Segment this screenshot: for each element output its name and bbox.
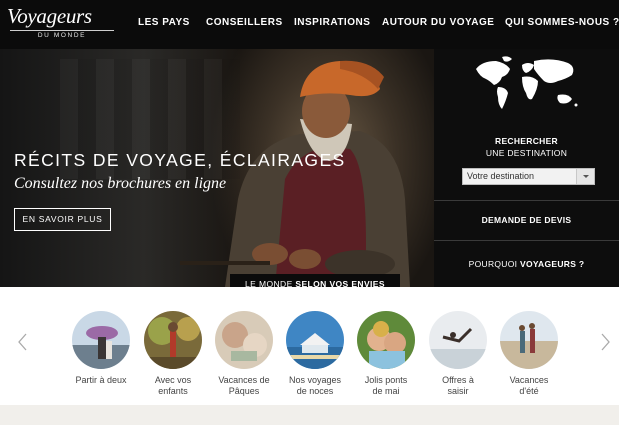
carousel-item-summer[interactable]: Vacances d'été — [491, 311, 567, 396]
carousel-label-2: de noces — [296, 385, 334, 396]
why-voyageurs-link[interactable]: POURQUOI VOYAGEURS ? — [434, 259, 619, 269]
world-map-icon[interactable] — [472, 55, 582, 117]
logo-tagline: DU MONDE — [37, 32, 87, 39]
carousel-item-children[interactable]: Avec vos enfants — [135, 311, 211, 396]
carousel-label: Vacances — [509, 375, 549, 385]
hero-banner[interactable]: RÉCITS DE VOYAGE, ÉCLAIRAGES Consultez n… — [0, 49, 434, 287]
nav-autour-du-voyage[interactable]: AUTOUR DU VOYAGE — [382, 17, 494, 28]
quote-request-link[interactable]: DEMANDE DE DEVIS — [434, 215, 619, 225]
may-bridges-photo-thumbnail — [357, 311, 415, 369]
chevron-right-icon[interactable] — [598, 333, 612, 351]
carousel-item-couple[interactable]: Partir à deux — [63, 311, 139, 386]
carousel-label-2: de mai — [372, 385, 400, 396]
carousel-label: Partir à deux — [75, 375, 127, 385]
carousel-label: Offres à — [442, 375, 474, 385]
carousel-item-easter[interactable]: Vacances de Pâques — [206, 311, 282, 396]
search-subheading: UNE DESTINATION — [485, 148, 568, 158]
children-photo-thumbnail — [144, 311, 202, 369]
carousel-label-2: d'été — [519, 385, 539, 396]
offers-photo-thumbnail — [429, 311, 487, 369]
couple-photo-thumbnail — [72, 311, 130, 369]
carousel-item-may-bridges[interactable]: Jolis ponts de mai — [348, 311, 424, 396]
logo-divider — [10, 30, 114, 31]
carousel-label-2: enfants — [158, 385, 188, 396]
hero-subtitle: Consultez nos brochures en ligne — [14, 175, 227, 192]
hero-title: RÉCITS DE VOYAGE, ÉCLAIRAGES — [14, 150, 346, 170]
logo-wordmark: Voyageurs — [7, 4, 92, 28]
nav-les-pays[interactable]: LES PAYS — [138, 17, 190, 28]
nav-inspirations[interactable]: INSPIRATIONS — [294, 17, 370, 28]
learn-more-button[interactable]: EN SAVOIR PLUS — [14, 208, 111, 231]
why-prefix: POURQUOI — [468, 259, 520, 269]
search-panel: RECHERCHER UNE DESTINATION Votre destina… — [434, 49, 619, 287]
panel-divider — [434, 200, 619, 201]
panel-divider — [434, 240, 619, 241]
carousel-item-offers[interactable]: Offres à saisir — [420, 311, 496, 396]
carousel-label: Nos voyages — [288, 375, 342, 385]
easter-photo-thumbnail — [215, 311, 273, 369]
chevron-left-icon[interactable] — [16, 333, 30, 351]
destination-select[interactable]: Votre destination — [462, 168, 595, 185]
destination-select-value: Votre destination — [467, 171, 535, 181]
why-bold: VOYAGEURS ? — [519, 259, 585, 269]
site-header: Voyageurs DU MONDE LES PAYS CONSEILLERS … — [0, 0, 619, 49]
nav-conseillers[interactable]: CONSEILLERS — [206, 17, 283, 28]
footer-strip — [0, 405, 619, 425]
carousel-label: Jolis ponts — [364, 375, 408, 385]
honeymoon-photo-thumbnail — [286, 311, 344, 369]
chevron-down-icon[interactable] — [576, 169, 594, 184]
nav-qui-sommes-nous[interactable]: QUI SOMMES-NOUS ? — [505, 17, 619, 28]
carousel-item-honeymoon[interactable]: Nos voyages de noces — [277, 311, 353, 396]
logo[interactable]: Voyageurs DU MONDE — [7, 4, 117, 44]
carousel-label-2: saisir — [447, 385, 469, 396]
carousel-label: Avec vos — [154, 375, 192, 385]
search-heading: RECHERCHER — [495, 136, 558, 146]
carousel-label: Vacances de — [218, 375, 270, 385]
summer-photo-thumbnail — [500, 311, 558, 369]
carousel-label-2: Pâques — [228, 385, 260, 396]
theme-carousel: Partir à deux Avec vos enfants Vacances … — [0, 287, 619, 405]
